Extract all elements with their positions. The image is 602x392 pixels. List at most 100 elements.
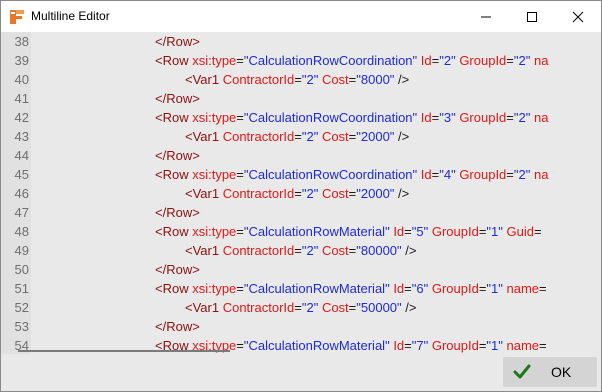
code-line[interactable]: 41 </Row> bbox=[1, 89, 601, 108]
code-token-tag: </Row> bbox=[155, 262, 200, 277]
window-title: Multiline Editor bbox=[31, 9, 110, 23]
code-token-val: "7" bbox=[411, 338, 429, 353]
code-token-tag: <Var1 bbox=[185, 186, 223, 201]
ok-label: OK bbox=[551, 364, 572, 380]
code-token-attr: na bbox=[533, 53, 549, 68]
code-line[interactable]: 39 <Row xsi:type="CalculationRowCoordinat… bbox=[1, 51, 601, 70]
code-text: </Row> bbox=[155, 89, 200, 108]
code-token-attr: ContractorId bbox=[222, 186, 295, 201]
code-line[interactable]: 49 <Var1 ContractorId="2" Cost="80000" /> bbox=[1, 241, 601, 260]
code-token-tag: <Row bbox=[155, 53, 193, 68]
code-line[interactable]: 44 </Row> bbox=[1, 146, 601, 165]
horizontal-scrollbar[interactable] bbox=[18, 350, 230, 352]
code-token-val: "1" bbox=[486, 281, 503, 296]
code-editor[interactable]: 38 </Row> 39 <Row xsi:type="CalculationRowC… bbox=[1, 32, 601, 354]
code-token-val: "8000" bbox=[356, 72, 395, 87]
code-token-val: "6" bbox=[411, 281, 429, 296]
code-line[interactable]: 40 <Var1 ContractorId="2" Cost="8000" /> bbox=[1, 70, 601, 89]
code-token-attr: Id bbox=[393, 224, 405, 239]
code-token-sym: = bbox=[506, 110, 514, 125]
code-text: </Row> bbox=[155, 317, 200, 336]
checkmark-icon bbox=[513, 363, 531, 381]
line-number: 52 bbox=[14, 300, 29, 315]
line-number: 49 bbox=[14, 243, 29, 258]
code-token-attr: xsi:type bbox=[192, 167, 237, 182]
app-logo-icon bbox=[9, 9, 25, 25]
code-token-tag: </Row> bbox=[155, 34, 200, 49]
code-token-sym: = bbox=[506, 167, 514, 182]
code-token-sym: /> bbox=[401, 243, 417, 258]
code-token-attr: xsi:type bbox=[192, 53, 237, 68]
code-token-sym: = bbox=[294, 72, 302, 87]
code-token-attr: Cost bbox=[321, 300, 349, 315]
code-token-val: "4" bbox=[439, 167, 456, 182]
code-token-attr: ContractorId bbox=[222, 243, 295, 258]
code-line[interactable]: 43 <Var1 ContractorId="2" Cost="2000" /> bbox=[1, 127, 601, 146]
code-line[interactable]: 52 <Var1 ContractorId="2" Cost="50000" /> bbox=[1, 298, 601, 317]
minimize-button[interactable] bbox=[463, 1, 509, 32]
code-token-val: "2" bbox=[301, 72, 319, 87]
code-token-attr: Guid bbox=[506, 224, 534, 239]
line-number: 45 bbox=[14, 167, 29, 182]
code-token-val: "2" bbox=[301, 243, 319, 258]
ok-button[interactable]: OK bbox=[503, 357, 597, 387]
code-token-val: "CalculationRowCoordination" bbox=[243, 53, 418, 68]
code-token-attr: GroupId bbox=[459, 110, 507, 125]
code-line[interactable]: 50 </Row> bbox=[1, 260, 601, 279]
code-line[interactable]: 46 <Var1 ContractorId="2" Cost="2000" /> bbox=[1, 184, 601, 203]
code-token-val: "CalculationRowMaterial" bbox=[243, 224, 390, 239]
code-text: <Row xsi:type="CalculationRowCoordinatio… bbox=[155, 51, 548, 70]
code-token-sym: = bbox=[539, 281, 547, 296]
code-token-tag: <Row bbox=[155, 281, 193, 296]
code-token-val: "2" bbox=[439, 53, 456, 68]
code-token-sym: = bbox=[236, 53, 244, 68]
line-number: 46 bbox=[14, 186, 29, 201]
code-token-sym: /> bbox=[394, 72, 410, 87]
code-line[interactable]: 53 </Row> bbox=[1, 317, 601, 336]
code-text: </Row> bbox=[155, 32, 200, 51]
code-text: <Var1 ContractorId="2" Cost="50000" /> bbox=[185, 298, 416, 317]
code-line[interactable]: 51 <Row xsi:type="CalculationRowMaterial"… bbox=[1, 279, 601, 298]
code-text: <Row xsi:type="CalculationRowMaterial" I… bbox=[155, 279, 547, 298]
code-token-sym: = bbox=[236, 110, 244, 125]
line-number: 43 bbox=[14, 129, 29, 144]
code-token-val: "2" bbox=[513, 53, 531, 68]
code-token-val: "CalculationRowMaterial" bbox=[243, 338, 390, 353]
code-token-attr: Cost bbox=[321, 186, 349, 201]
line-number: 42 bbox=[14, 110, 29, 125]
code-token-tag: </Row> bbox=[155, 205, 200, 220]
code-text: </Row> bbox=[155, 146, 200, 165]
close-button[interactable] bbox=[555, 1, 601, 32]
line-number: 38 bbox=[14, 34, 29, 49]
line-number: 50 bbox=[14, 262, 29, 277]
code-token-sym: = bbox=[539, 338, 547, 353]
code-token-attr: name bbox=[506, 338, 540, 353]
code-token-sym: = bbox=[236, 281, 244, 296]
code-token-attr: GroupId bbox=[431, 281, 479, 296]
code-line[interactable]: 45 <Row xsi:type="CalculationRowCoordinat… bbox=[1, 165, 601, 184]
code-line[interactable]: 47 </Row> bbox=[1, 203, 601, 222]
code-token-val: "1" bbox=[486, 224, 503, 239]
code-token-tag: <Var1 bbox=[185, 300, 223, 315]
code-token-val: "2" bbox=[301, 129, 319, 144]
code-token-val: "80000" bbox=[356, 243, 402, 258]
code-token-attr: Cost bbox=[321, 243, 349, 258]
code-line[interactable]: 48 <Row xsi:type="CalculationRowMaterial"… bbox=[1, 222, 601, 241]
code-line[interactable]: 38 </Row> bbox=[1, 32, 601, 51]
code-token-attr: ContractorId bbox=[222, 129, 295, 144]
title-bar[interactable]: Multiline Editor bbox=[1, 1, 601, 32]
maximize-button[interactable] bbox=[509, 1, 555, 32]
multiline-editor-window: Multiline Editor 38 </Row> 39 <Row xsi:type… bbox=[0, 0, 602, 392]
code-token-sym: = bbox=[404, 224, 412, 239]
code-token-tag: <Row bbox=[155, 224, 193, 239]
code-line[interactable]: 42 <Row xsi:type="CalculationRowCoordinat… bbox=[1, 108, 601, 127]
minimize-icon bbox=[481, 16, 491, 17]
code-token-sym: = bbox=[506, 53, 514, 68]
line-number: 39 bbox=[14, 53, 29, 68]
code-token-tag: </Row> bbox=[155, 148, 200, 163]
code-token-tag: </Row> bbox=[155, 91, 200, 106]
code-token-tag: <Var1 bbox=[185, 243, 223, 258]
code-token-val: "CalculationRowCoordination" bbox=[243, 110, 418, 125]
code-token-attr: Id bbox=[420, 53, 432, 68]
code-token-sym: = bbox=[294, 243, 302, 258]
